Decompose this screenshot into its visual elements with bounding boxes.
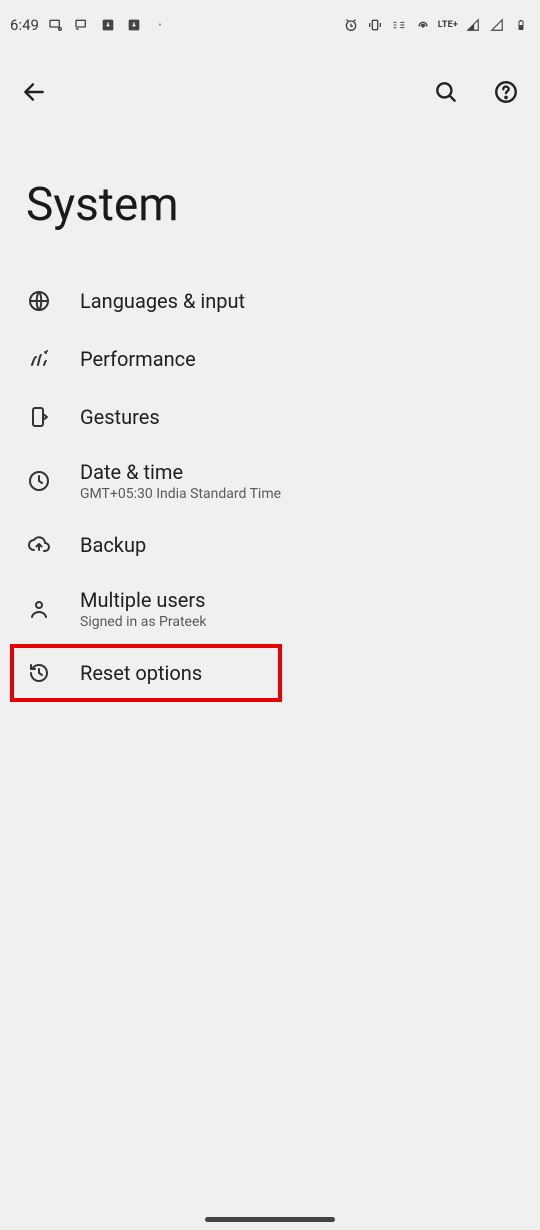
- signal2-icon: [488, 16, 506, 34]
- hotspot-icon: [414, 16, 432, 34]
- search-button[interactable]: [428, 74, 464, 110]
- item-label: Languages & input: [80, 289, 245, 313]
- item-languages-input[interactable]: Languages & input: [0, 272, 540, 330]
- volte-icon: [390, 16, 408, 34]
- item-backup[interactable]: Backup: [0, 516, 540, 574]
- performance-icon: [26, 346, 52, 372]
- status-time: 6:49: [10, 16, 39, 34]
- item-sub: GMT+05:30 India Standard Time: [80, 486, 281, 502]
- item-label: Performance: [80, 347, 196, 371]
- signal1-icon: [464, 16, 482, 34]
- item-label: Backup: [80, 533, 146, 557]
- status-left: 6:49 •: [10, 16, 169, 34]
- alarm-icon: [342, 16, 360, 34]
- item-gestures[interactable]: Gestures: [0, 388, 540, 446]
- cast2-icon: [73, 16, 91, 34]
- item-label: Gestures: [80, 405, 160, 429]
- settings-list: Languages & input Performance Gestures D…: [0, 272, 540, 702]
- person-icon: [26, 596, 52, 622]
- item-label: Reset options: [80, 661, 202, 685]
- item-sub: Signed in as Prateek: [80, 614, 206, 630]
- clock-icon: [26, 468, 52, 494]
- cast-icon: [47, 16, 65, 34]
- vibrate-icon: [366, 16, 384, 34]
- status-bar: 6:49 • LTE+: [0, 0, 540, 48]
- page-title: System: [0, 118, 540, 272]
- item-date-time[interactable]: Date & time GMT+05:30 India Standard Tim…: [0, 446, 540, 516]
- item-label: Date & time: [80, 460, 281, 484]
- lte-indicator: LTE+: [438, 20, 458, 30]
- gestures-icon: [26, 404, 52, 430]
- cloud-upload-icon: [26, 532, 52, 558]
- download2-icon: [125, 16, 143, 34]
- more-dot-icon: •: [151, 16, 169, 34]
- item-reset-options[interactable]: Reset options: [10, 644, 282, 702]
- nav-handle[interactable]: [205, 1217, 335, 1222]
- back-button[interactable]: [16, 74, 52, 110]
- app-bar: [0, 48, 540, 118]
- download-icon: [99, 16, 117, 34]
- item-multiple-users[interactable]: Multiple users Signed in as Prateek: [0, 574, 540, 644]
- item-performance[interactable]: Performance: [0, 330, 540, 388]
- battery-icon: [512, 16, 530, 34]
- globe-icon: [26, 288, 52, 314]
- item-label: Multiple users: [80, 588, 206, 612]
- help-button[interactable]: [488, 74, 524, 110]
- status-right: LTE+: [342, 16, 530, 34]
- history-icon: [26, 660, 52, 686]
